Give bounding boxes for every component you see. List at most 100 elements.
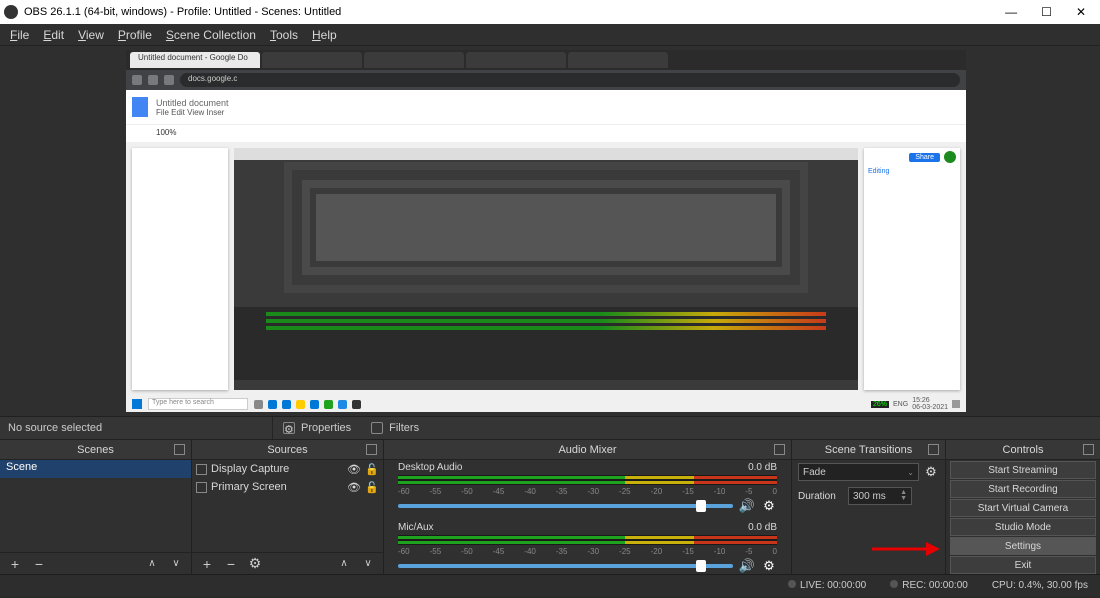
docs-title: Untitled document (156, 98, 229, 108)
screen-icon (196, 482, 207, 493)
docs-page-right: Share Editing (864, 148, 960, 390)
windows-taskbar: Type here to search 26% ENG 15:26 06-03-… (126, 396, 966, 412)
scene-transitions-panel: Scene Transitions Fade ⌄ ⚙ Duration 300 … (792, 440, 946, 574)
settings-button[interactable]: Settings (950, 537, 1096, 555)
track-settings-icon[interactable]: ⚙ (761, 498, 777, 514)
move-source-up-button[interactable]: ∧ (333, 555, 355, 573)
tray-time: 15:26 (912, 397, 948, 404)
chrome-tab (262, 52, 362, 68)
visibility-icon[interactable]: 👁 (347, 481, 361, 494)
tray-lang: ENG (893, 401, 908, 408)
program-preview[interactable]: Untitled document - Google Do docs.googl… (0, 46, 1100, 416)
task-view-icon (254, 400, 263, 409)
popout-icon[interactable] (366, 444, 377, 455)
cpu-fps-indicator: CPU: 0.4%, 30.00 fps (992, 580, 1088, 591)
remove-source-button[interactable]: − (220, 555, 242, 573)
menu-edit[interactable]: Edit (43, 28, 64, 42)
volume-slider[interactable] (398, 504, 733, 508)
transitions-title: Scene Transitions (825, 444, 912, 456)
gear-icon: ⚙ (283, 422, 295, 434)
transition-select[interactable]: Fade ⌄ (798, 463, 919, 481)
popout-icon[interactable] (174, 444, 185, 455)
maximize-button[interactable]: ☐ (1041, 5, 1052, 19)
share-button: Share (909, 153, 940, 162)
popout-icon[interactable] (928, 444, 939, 455)
menu-file[interactable]: File (10, 28, 29, 42)
popout-icon[interactable] (774, 444, 785, 455)
filter-icon (371, 422, 383, 434)
studio-mode-button[interactable]: Studio Mode (950, 518, 1096, 536)
volume-slider[interactable] (398, 564, 733, 568)
start-icon (132, 399, 142, 409)
menu-profile[interactable]: Profile (118, 28, 152, 42)
source-item[interactable]: Primary Screen 👁 🔓 (192, 478, 383, 496)
transition-settings-button[interactable]: ⚙ (923, 464, 939, 480)
controls-title: Controls (1003, 444, 1044, 456)
db-scale: -60-55-50-45-40-35-30-25-20-15-10-50 (398, 487, 777, 496)
move-scene-up-button[interactable]: ∧ (141, 555, 163, 573)
popout-icon[interactable] (1083, 444, 1094, 455)
record-timer: REC: 00:00:00 (902, 580, 968, 591)
remove-scene-button[interactable]: − (28, 555, 50, 573)
speaker-icon[interactable]: 🔊 (739, 558, 755, 574)
menu-tools[interactable]: Tools (270, 28, 298, 42)
move-source-down-button[interactable]: ∨ (357, 555, 379, 573)
visibility-icon[interactable]: 👁 (347, 463, 361, 476)
menu-help[interactable]: Help (312, 28, 337, 42)
live-timer: LIVE: 00:00:00 (800, 580, 866, 591)
menu-scene-collection[interactable]: Scene Collection (166, 28, 256, 42)
properties-button[interactable]: ⚙ Properties (273, 422, 361, 434)
menu-view[interactable]: View (78, 28, 104, 42)
start-virtual-camera-button[interactable]: Start Virtual Camera (950, 499, 1096, 517)
minimize-button[interactable]: — (1005, 5, 1017, 19)
mixer-track-mic: Mic/Aux 0.0 dB -60-55-50-45-40-35-30-25-… (384, 520, 791, 574)
taskbar-app-icon (268, 400, 277, 409)
source-item-label: Display Capture (211, 463, 289, 475)
reload-icon (164, 75, 174, 85)
speaker-icon[interactable]: 🔊 (739, 498, 755, 514)
battery-indicator: 26% (871, 401, 889, 408)
move-scene-down-button[interactable]: ∨ (165, 555, 187, 573)
db-scale: -60-55-50-45-40-35-30-25-20-15-10-50 (398, 547, 777, 556)
window-title: OBS 26.1.1 (64-bit, windows) - Profile: … (24, 6, 1005, 18)
google-docs-icon (132, 97, 148, 117)
obs-logo-icon (4, 5, 18, 19)
properties-label: Properties (301, 422, 351, 434)
track-db: 0.0 dB (748, 462, 777, 473)
obs-icon (352, 400, 361, 409)
start-recording-button[interactable]: Start Recording (950, 480, 1096, 498)
chrome-tab (364, 52, 464, 68)
track-settings-icon[interactable]: ⚙ (761, 558, 777, 574)
chrome-toolbar: docs.google.c (126, 70, 966, 90)
lock-icon[interactable]: 🔓 (365, 463, 379, 476)
scenes-panel: Scenes Scene + − ∧ ∨ (0, 440, 192, 574)
taskbar-app-icon (338, 400, 347, 409)
source-settings-button[interactable]: ⚙ (244, 555, 266, 573)
track-db: 0.0 dB (748, 522, 777, 533)
exit-button[interactable]: Exit (950, 556, 1096, 574)
source-item[interactable]: Display Capture 👁 🔓 (192, 460, 383, 478)
avatar (944, 151, 956, 163)
add-scene-button[interactable]: + (4, 555, 26, 573)
mixer-track-desktop: Desktop Audio 0.0 dB -60-55-50-45-40-35-… (384, 460, 791, 520)
chevron-down-icon: ⌄ (907, 468, 914, 477)
start-streaming-button[interactable]: Start Streaming (950, 461, 1096, 479)
duration-input[interactable]: 300 ms ▲▼ (848, 487, 912, 505)
lock-icon[interactable]: 🔓 (365, 481, 379, 494)
chevron-down-icon[interactable]: ▼ (900, 496, 907, 502)
close-button[interactable]: ✕ (1076, 5, 1086, 19)
notification-icon (952, 400, 960, 408)
preview-output: Untitled document - Google Do docs.googl… (126, 50, 966, 412)
docs-header-left: Untitled document File Edit View Inser (126, 90, 966, 124)
filters-label: Filters (389, 422, 419, 434)
add-source-button[interactable]: + (196, 555, 218, 573)
volume-meter (398, 535, 777, 545)
volume-meter (398, 475, 777, 485)
edge-icon (310, 400, 319, 409)
chrome-tab (568, 52, 668, 68)
controls-panel: Controls Start Streaming Start Recording… (946, 440, 1100, 574)
duration-value: 300 ms (853, 491, 886, 502)
scene-item[interactable]: Scene (0, 460, 191, 478)
filters-button[interactable]: Filters (361, 422, 429, 434)
duration-label: Duration (798, 491, 844, 502)
